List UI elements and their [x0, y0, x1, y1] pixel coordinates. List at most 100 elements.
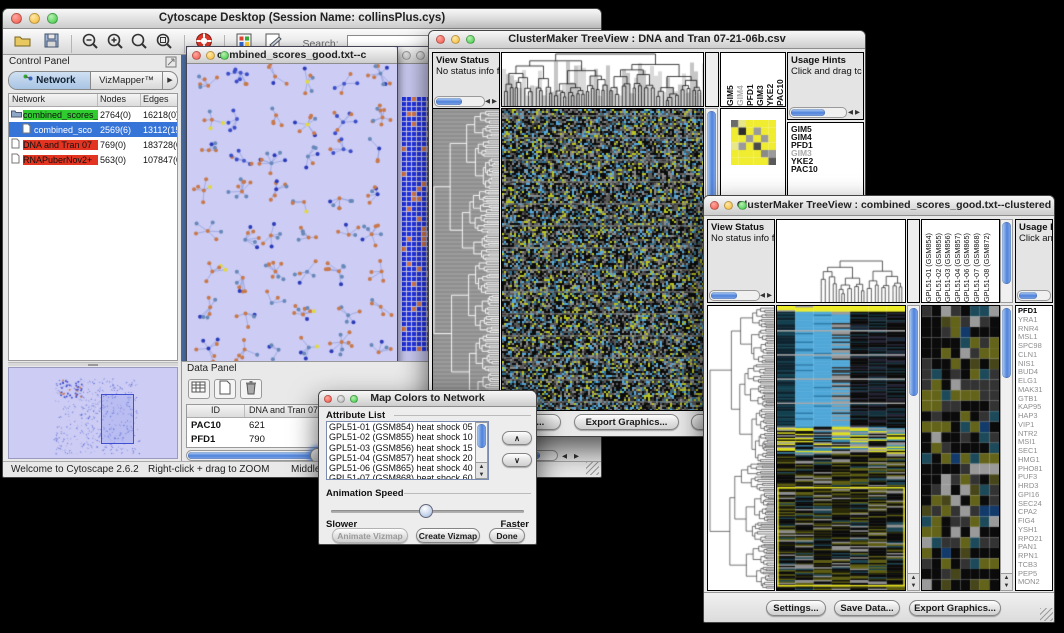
tv2-status-hscrollbar[interactable]	[709, 290, 760, 301]
netview-zoom-button[interactable]	[220, 51, 229, 60]
tv2-gene-label[interactable]: RNR4	[1018, 325, 1052, 334]
tv2-save-data-button[interactable]: Save Data...	[834, 600, 900, 616]
tv1-col-label[interactable]: GIM5	[725, 53, 735, 106]
tv2-row-dendrogram[interactable]	[707, 305, 775, 591]
animate-vizmap-button[interactable]: Animate Vizmap	[332, 528, 408, 543]
zoom-selected-icon[interactable]	[155, 32, 175, 55]
network-view-titlebar[interactable]: combined_scores_good.txt--cluste...	[187, 47, 397, 64]
save-session-icon[interactable]	[43, 32, 61, 55]
network-row-name[interactable]: DNA and Tran 07	[23, 140, 98, 150]
tv2-close-button[interactable]	[710, 201, 719, 210]
inactive-minimize-button[interactable]	[416, 51, 425, 60]
tv1-minimize-button[interactable]	[451, 35, 460, 44]
attribute-list-arrows[interactable]	[476, 462, 487, 478]
tv2-gene-label[interactable]: PFD1	[1018, 307, 1052, 316]
tv2-collabel-vscrollbar[interactable]	[1000, 219, 1013, 303]
tv2-zoom-heatmap[interactable]	[921, 305, 1000, 591]
network-row-name[interactable]: combined_sco	[34, 125, 98, 135]
open-session-icon[interactable]	[13, 32, 33, 55]
tv2-hints-hthumb[interactable]	[1019, 292, 1037, 299]
tv2-gene-label[interactable]: PUF3	[1018, 473, 1052, 482]
tv2-gene-label[interactable]: MAK31	[1018, 386, 1052, 395]
col-header-network[interactable]: Network	[9, 94, 98, 106]
netview-close-button[interactable]	[192, 51, 201, 60]
attribute-listbox[interactable]: GPL51-01 (GSM854) heat shock 05 minGPL51…	[326, 421, 489, 480]
col-header-nodes[interactable]: Nodes	[98, 94, 141, 106]
attribute-list-vscrollbar[interactable]	[475, 422, 488, 479]
network-graph-canvas[interactable]	[187, 64, 397, 374]
node-table-icon[interactable]	[188, 379, 210, 399]
tv1-hints-scroll-right-icon[interactable]	[855, 108, 860, 116]
tv2-col-label[interactable]: GPL51-04 (GSM857)	[953, 220, 963, 302]
tv1-global-heatmap[interactable]	[731, 120, 776, 165]
tv2-gene-label[interactable]: MSI1	[1018, 438, 1052, 447]
zoom-fit-icon[interactable]	[130, 32, 150, 55]
tv2-gene-label[interactable]: YSH1	[1018, 526, 1052, 535]
tv1-status-hscrollbar[interactable]	[434, 96, 485, 107]
network-row[interactable]: RNAPuberNov2+563(0)107847(0)	[9, 152, 177, 167]
tv1-status-scroll-left-icon[interactable]	[485, 97, 490, 105]
tv2-column-dendrogram[interactable]	[776, 219, 906, 303]
main-resize-grip[interactable]	[586, 462, 599, 475]
minimize-button[interactable]	[29, 13, 40, 24]
tab-vizmapper[interactable]: VizMapper™	[91, 72, 163, 89]
close-button[interactable]	[11, 13, 22, 24]
tv1-hints-hscrollbar[interactable]	[789, 107, 847, 118]
tv2-status-hthumb[interactable]	[711, 292, 737, 299]
tv2-vscroll-thumb[interactable]	[909, 308, 918, 396]
tv1-row-label[interactable]: PAC10	[791, 165, 863, 173]
network-row-name[interactable]: RNAPuberNov2+	[23, 155, 98, 165]
main-titlebar[interactable]: Cytoscape Desktop (Session Name: collins…	[3, 9, 601, 29]
attribute-list-vthumb[interactable]	[477, 424, 486, 448]
network-row[interactable]: combined_scores_2764(0)16218(0)	[9, 107, 177, 122]
dialog-minimize-button[interactable]	[337, 395, 345, 403]
zoom-out-icon[interactable]	[81, 32, 101, 55]
panel-splitter[interactable]	[8, 362, 178, 366]
tv2-gene-label[interactable]: KAP95	[1018, 403, 1052, 412]
tv2-gene-label[interactable]: FIG4	[1018, 517, 1052, 526]
tv1-export-graphics-button[interactable]: Export Graphics...	[574, 414, 679, 430]
tv2-gene-label[interactable]: SEC24	[1018, 500, 1052, 509]
tab-network[interactable]: Network	[9, 72, 91, 89]
scroll-left-icon[interactable]	[562, 452, 567, 460]
tv2-status-scroll-left-icon[interactable]	[760, 291, 765, 299]
tv2-gene-label[interactable]: CLN1	[1018, 351, 1052, 360]
tab-overflow-arrow[interactable]: ▶	[163, 72, 177, 89]
tv2-gene-label[interactable]: PAN1	[1018, 543, 1052, 552]
overview-viewport-rect[interactable]	[101, 394, 134, 444]
new-attribute-icon[interactable]	[214, 379, 236, 399]
col-header-edges[interactable]: Edges	[141, 94, 177, 106]
tv2-gene-label[interactable]: MSL1	[1018, 333, 1052, 342]
float-panel-icon[interactable]	[165, 56, 177, 71]
attribute-list-item[interactable]: GPL51-02 (GSM855) heat shock 10 min	[327, 432, 488, 442]
tv2-heatmap[interactable]	[776, 305, 906, 591]
dialog-zoom-button[interactable]	[350, 395, 358, 403]
attribute-list-item[interactable]: GPL51-04 (GSM857) heat shock 20 min	[327, 453, 488, 463]
tv2-gene-label[interactable]: SEC1	[1018, 447, 1052, 456]
tv2-gene-label[interactable]: GPI16	[1018, 491, 1052, 500]
tv1-col-label[interactable]: PFD1	[745, 53, 755, 106]
zoom-window-button[interactable]	[47, 13, 58, 24]
tv2-gene-label[interactable]: MON2	[1018, 578, 1052, 587]
tv1-status-hthumb[interactable]	[436, 98, 462, 105]
zoom-in-icon[interactable]	[106, 32, 126, 55]
inactive-close-button[interactable]	[402, 51, 411, 60]
tv2-gene-label[interactable]: PEP5	[1018, 570, 1052, 579]
tv1-col-label[interactable]: GIM3	[755, 53, 765, 106]
speed-slider-thumb[interactable]	[419, 504, 433, 518]
dialog-titlebar[interactable]: Map Colors to Network	[319, 391, 536, 407]
tv2-col-label[interactable]: GPL51-01 (GSM854)	[924, 220, 934, 302]
netview-minimize-button[interactable]	[206, 51, 215, 60]
tv2-gene-label[interactable]: VIP1	[1018, 421, 1052, 430]
tv2-vscroll-arrows[interactable]	[908, 573, 919, 590]
tv1-col-label[interactable]: PAC10	[775, 53, 785, 106]
tv2-col-label[interactable]: GPL51-07 (GSM868)	[972, 220, 982, 302]
tv2-settings-button[interactable]: Settings...	[766, 600, 826, 616]
tv2-gene-label[interactable]: TCB3	[1018, 561, 1052, 570]
tv1-close-button[interactable]	[436, 35, 445, 44]
tv2-zoom-vscrollbar[interactable]	[1000, 305, 1013, 591]
tv2-vscrollbar[interactable]	[907, 305, 920, 591]
tv1-hints-hthumb[interactable]	[791, 109, 825, 116]
attribute-list-item[interactable]: GPL51-07 (GSM868) heat shock 60 min	[327, 473, 488, 480]
tv1-heatmap[interactable]	[501, 108, 704, 411]
